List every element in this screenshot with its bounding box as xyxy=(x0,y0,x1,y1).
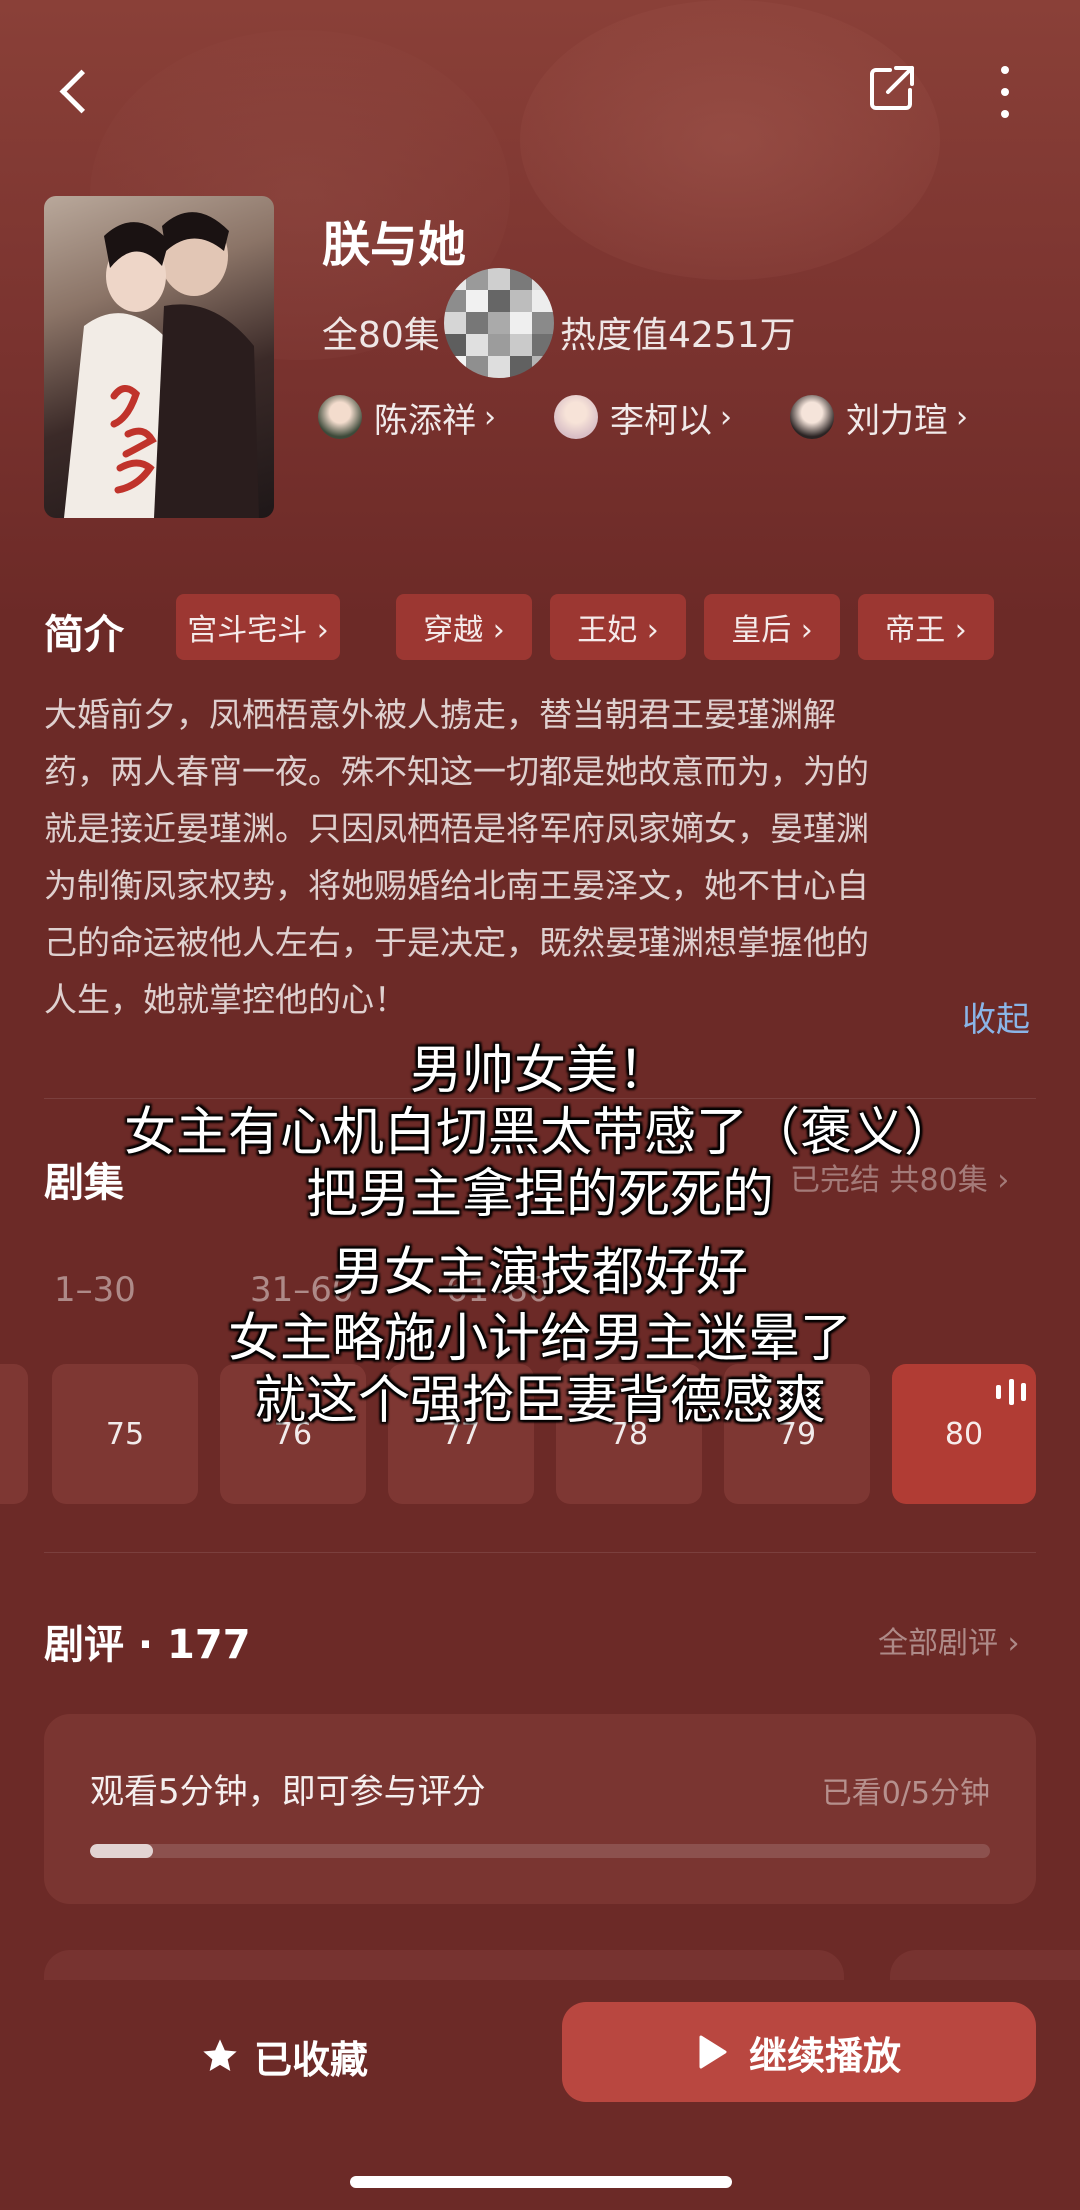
all-reviews-link[interactable]: 全部剧评 › xyxy=(878,1618,1020,1662)
tag-chip[interactable]: 皇后 › xyxy=(704,594,840,660)
caption-line: 男帅女美！ xyxy=(409,1041,670,1101)
heat-value: 热度值4251万 xyxy=(560,315,796,356)
favorite-button[interactable]: 已收藏 xyxy=(200,2026,368,2086)
tag-chip[interactable]: 王妃 › xyxy=(550,594,686,660)
watch-progress-bar xyxy=(90,1844,990,1858)
watch-progress-fill xyxy=(90,1844,153,1858)
more-vertical-icon xyxy=(1001,66,1009,74)
play-icon xyxy=(699,2035,727,2069)
episode-count: 全80集 xyxy=(322,315,440,356)
share-icon xyxy=(870,66,914,110)
rating-card: 观看5分钟，即可参与评分 已看0/5分钟 xyxy=(44,1714,1036,1904)
backdrop-glow xyxy=(520,0,940,280)
cast-name: 刘力瑄 xyxy=(846,400,948,441)
avatar xyxy=(554,395,598,439)
synopsis: 大婚前夕，凤栖梧意外被人掳走，替当朝君王晏瑾渊解 药，两人春宵一夜。殊不知这一切… xyxy=(44,695,869,1019)
cast-name: 陈添祥 xyxy=(374,400,476,441)
caption-line: 把男主拿捏的死死的 xyxy=(305,1165,774,1225)
poster-artwork xyxy=(64,212,259,518)
caption-line: 男女主演技都好好 xyxy=(331,1243,748,1303)
star-icon xyxy=(203,2039,237,2071)
favorite-label: 已收藏 xyxy=(254,2037,369,2082)
drama-title: 朕与她 xyxy=(322,217,467,273)
avatar xyxy=(790,395,834,439)
mosaic-blur xyxy=(444,268,554,378)
more-button[interactable] xyxy=(990,66,1020,118)
tag-chip[interactable]: 帝王 › xyxy=(858,594,994,660)
cast-name: 李柯以 xyxy=(610,400,712,441)
caption-line: 女主略施小计给男主迷晕了 xyxy=(227,1309,852,1369)
caption-line: 女主有心机白切黑太带感了（褒义） xyxy=(123,1103,956,1163)
chevron-right-icon: › xyxy=(956,399,968,435)
cast-member[interactable]: 刘力瑄 › xyxy=(790,392,968,442)
avatar xyxy=(318,395,362,439)
divider xyxy=(44,1552,1036,1553)
tag-chip[interactable]: 宫斗宅斗 › xyxy=(176,594,340,660)
chevron-right-icon: › xyxy=(720,399,732,435)
share-button[interactable] xyxy=(868,64,916,112)
caption-line: 就这个强抢臣妻背德感爽 xyxy=(253,1371,826,1431)
collapse-link[interactable]: 收起 xyxy=(962,992,1030,1041)
cast-member[interactable]: 李柯以 › xyxy=(554,392,732,442)
home-indicator[interactable] xyxy=(350,2176,732,2188)
continue-play-button[interactable]: 继续播放 xyxy=(562,2002,1036,2102)
cast-member[interactable]: 陈添祥 › xyxy=(318,392,496,442)
back-button[interactable] xyxy=(52,62,96,122)
chevron-right-icon: › xyxy=(484,399,496,435)
reviews-title: 剧评 · 177 xyxy=(44,1622,251,1668)
poster-image[interactable] xyxy=(44,196,274,518)
rating-prompt: 观看5分钟，即可参与评分 xyxy=(90,1772,486,1812)
watch-progress-text: 已看0/5分钟 xyxy=(821,1776,990,1811)
continue-play-label: 继续播放 xyxy=(748,2033,901,2078)
tag-chip[interactable]: 穿越 › xyxy=(396,594,532,660)
intro-label: 简介 xyxy=(44,612,124,658)
